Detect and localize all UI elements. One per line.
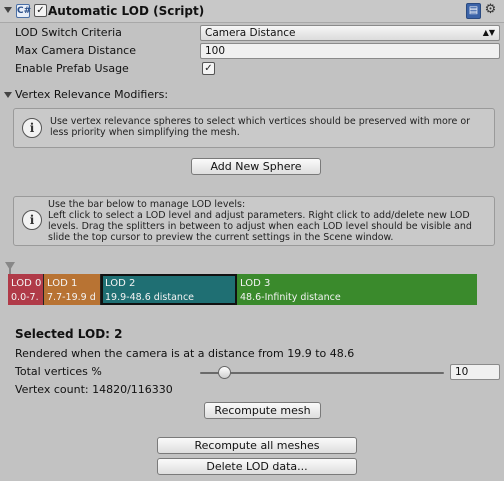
lod-segment-3[interactable]: LOD 3 48.6-Infinity distance xyxy=(237,274,477,305)
lod-segment-1[interactable]: LOD 1 7.7-19.9 d xyxy=(44,274,101,305)
total-vertices-slider-knob[interactable] xyxy=(217,366,231,379)
max-camera-distance-input[interactable]: 100 xyxy=(200,43,500,59)
total-vertices-label: Total vertices % xyxy=(15,365,102,378)
vertex-help-line-2: less priority when simplifying the mesh. xyxy=(50,127,240,138)
lod-segment-range: 0.0-7. xyxy=(11,292,39,303)
lod-segment-range: 48.6-Infinity distance xyxy=(240,292,341,303)
gear-icon[interactable]: ⚙ xyxy=(484,3,497,17)
component-title: Automatic LOD (Script) xyxy=(48,4,205,18)
component-enabled-checkbox[interactable]: ✓ xyxy=(34,4,47,17)
lod-help-line-1: Use the bar below to manage LOD levels: xyxy=(48,199,246,210)
enable-prefab-usage-label: Enable Prefab Usage xyxy=(15,62,129,75)
total-vertices-input[interactable]: 10 xyxy=(450,364,500,380)
enable-prefab-usage-checkbox[interactable]: ✓ xyxy=(202,62,215,75)
total-vertices-slider[interactable] xyxy=(200,372,444,374)
recompute-mesh-button[interactable]: Recompute mesh xyxy=(204,402,321,419)
component-foldout-icon[interactable] xyxy=(4,7,12,13)
lod-segment-name: LOD 2 xyxy=(105,278,136,289)
lod-switch-criteria-value: Camera Distance xyxy=(205,27,296,39)
vertex-help-line-1: Use vertex relevance spheres to select w… xyxy=(50,116,471,127)
script-icon: C# xyxy=(16,4,32,18)
lod-switch-criteria-label: LOD Switch Criteria xyxy=(15,26,122,39)
lod-segment-name: LOD 3 xyxy=(240,278,271,289)
selected-lod-title: Selected LOD: 2 xyxy=(15,327,123,341)
lod-help-line-2: Left click to select a LOD level and adj… xyxy=(48,210,470,221)
lod-segment-name: LOD 1 xyxy=(47,278,78,289)
vertex-relevance-foldout[interactable]: Vertex Relevance Modifiers: xyxy=(15,88,168,101)
book-icon[interactable]: ▤ xyxy=(466,3,481,19)
rendered-distance-text: Rendered when the camera is at a distanc… xyxy=(15,347,355,360)
lod-help-line-3: levels. Drag the splitters in between to… xyxy=(48,221,472,232)
max-camera-distance-label: Max Camera Distance xyxy=(15,44,136,57)
vertex-foldout-icon[interactable] xyxy=(4,92,12,98)
vertex-count-text: Vertex count: 14820/116330 xyxy=(15,383,173,396)
lod-bar[interactable]: LOD 0 0.0-7. LOD 1 7.7-19.9 d LOD 2 19.9… xyxy=(8,274,477,305)
delete-lod-data-button[interactable]: Delete LOD data... xyxy=(157,458,357,475)
info-icon: i xyxy=(22,118,42,138)
info-icon: i xyxy=(22,210,42,230)
lod-segment-0[interactable]: LOD 0 0.0-7. xyxy=(8,274,44,305)
dropdown-arrows-icon: ▲▼ xyxy=(482,28,495,37)
lod-help-box: i Use the bar below to manage LOD levels… xyxy=(13,196,495,246)
vertex-help-box: i Use vertex relevance spheres to select… xyxy=(13,108,495,148)
lod-help-line-4: slide the top cursor to preview the curr… xyxy=(48,232,394,243)
recompute-all-meshes-button[interactable]: Recompute all meshes xyxy=(157,437,357,454)
add-new-sphere-button[interactable]: Add New Sphere xyxy=(191,158,321,175)
lod-segment-2[interactable]: LOD 2 19.9-48.6 distance xyxy=(101,274,237,305)
lod-segment-range: 7.7-19.9 d xyxy=(47,292,96,303)
lod-segment-name: LOD 0 xyxy=(11,278,42,289)
lod-segment-range: 19.9-48.6 distance xyxy=(105,292,195,303)
lod-switch-criteria-dropdown[interactable]: Camera Distance ▲▼ xyxy=(200,25,500,41)
